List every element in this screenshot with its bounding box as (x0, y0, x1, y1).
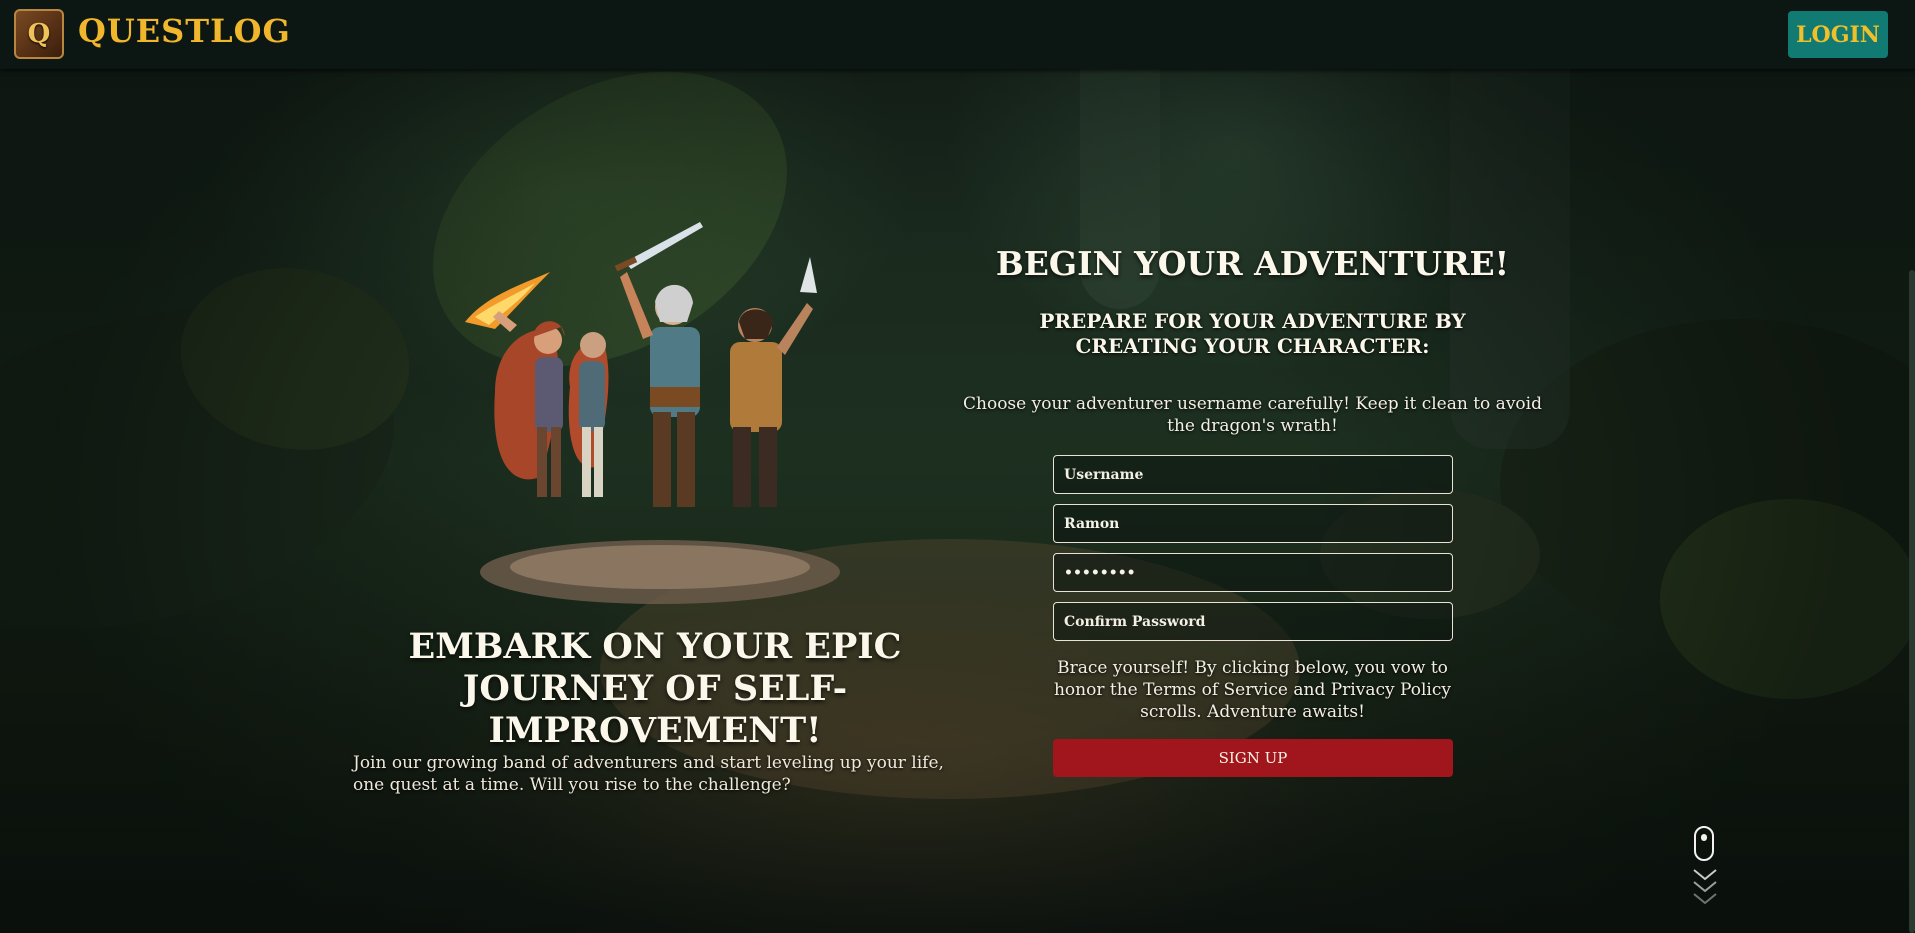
password-input[interactable] (1053, 553, 1453, 592)
login-button[interactable]: LOGIN (1788, 11, 1888, 58)
hero-background (0, 69, 1915, 933)
spellbook-icon[interactable]: Q (14, 9, 64, 59)
hero-description: Join our growing band of adventurers and… (353, 753, 944, 795)
rock-shape (0, 256, 430, 682)
signup-title: BEGIN YOUR ADVENTURE! (995, 244, 1510, 283)
page-scrollbar[interactable] (1909, 270, 1915, 933)
logo-letter: Q (27, 19, 51, 49)
top-nav-bar: Q QUESTLOG LOGIN (0, 0, 1915, 69)
rock-shape (1660, 499, 1915, 699)
adventurers-illustration (465, 222, 840, 604)
signup-button[interactable]: SIGN UP (1053, 739, 1453, 777)
confirm-password-input[interactable] (1053, 602, 1453, 641)
brand-name[interactable]: QUESTLOG (78, 12, 291, 50)
rock-shape (1500, 319, 1915, 649)
username-warning-note: Choose your adventurer username carefull… (963, 394, 1542, 436)
hero-tagline: EMBARK ON YOUR EPIC JOURNEY OF SELF-IMPR… (408, 626, 902, 751)
terms-notice: Brace yourself! By clicking below, you v… (1053, 658, 1451, 722)
chevron-down-icon (1693, 869, 1717, 905)
username-input[interactable] (1053, 455, 1453, 494)
signup-subtitle: PREPARE FOR YOUR ADVENTURE BY CREATING Y… (1039, 309, 1466, 358)
name-input[interactable] (1053, 504, 1453, 543)
rock-shape (166, 250, 424, 468)
mouse-scroll-icon (1694, 826, 1714, 861)
